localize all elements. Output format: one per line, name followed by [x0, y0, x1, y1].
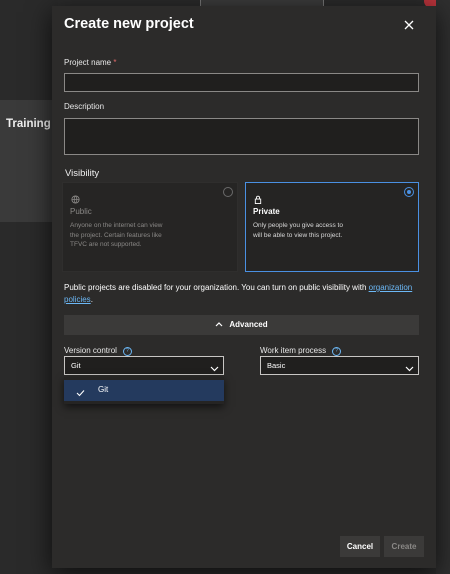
public-disabled-notice: Public projects are disabled for your or…	[64, 282, 419, 306]
project-name-input[interactable]	[64, 73, 419, 92]
background-card: Training	[0, 100, 58, 222]
private-description: Only people you give access to will be a…	[253, 222, 343, 239]
close-icon[interactable]	[402, 18, 416, 32]
info-icon[interactable]: ?	[122, 347, 132, 356]
version-control-label: Version control?	[64, 346, 132, 356]
visibility-title: Visibility	[65, 168, 100, 179]
work-item-process-label: Work item process?	[260, 346, 342, 356]
work-item-process-value: Basic	[267, 361, 286, 370]
required-marker: *	[113, 58, 117, 67]
advanced-label: Advanced	[229, 320, 268, 329]
private-radio[interactable]	[404, 187, 414, 197]
checkmark-icon	[76, 384, 85, 402]
notice-suffix: .	[90, 295, 93, 304]
project-name-label-text: Project name	[64, 58, 112, 67]
public-title: Public	[70, 207, 92, 216]
visibility-option-private[interactable]: Private Only people you give access to w…	[245, 182, 419, 272]
version-control-dropdown: Git	[64, 377, 224, 404]
private-title: Private	[253, 207, 280, 216]
background-scrollbar-area	[436, 0, 450, 574]
chevron-up-icon	[215, 315, 223, 335]
work-item-process-label-text: Work item process	[260, 346, 327, 355]
notice-text: Public projects are disabled for your or…	[64, 283, 367, 292]
description-input[interactable]	[64, 118, 419, 155]
version-control-label-text: Version control	[64, 346, 117, 355]
version-control-select[interactable]: Git	[64, 356, 224, 375]
description-label: Description	[64, 102, 105, 111]
create-button[interactable]: Create	[384, 536, 424, 557]
chevron-down-icon	[405, 361, 414, 378]
version-control-value: Git	[71, 361, 81, 370]
background-card-label: Training	[6, 118, 51, 130]
advanced-toggle[interactable]: Advanced	[64, 315, 419, 335]
visibility-option-public[interactable]: Public Anyone on the internet can view t…	[62, 182, 238, 272]
work-item-process-select[interactable]: Basic	[260, 356, 419, 375]
public-radio[interactable]	[223, 187, 233, 197]
project-name-label: Project name *	[64, 58, 117, 67]
background-panel	[0, 0, 58, 574]
dropdown-option-label: Git	[98, 385, 109, 394]
info-icon[interactable]: ?	[332, 347, 342, 356]
public-description: Anyone on the internet can view the proj…	[70, 222, 163, 248]
dialog-title: Create new project	[64, 16, 194, 32]
chevron-down-icon	[210, 361, 219, 378]
create-project-dialog: Create new project Project name * Descri…	[52, 6, 436, 568]
dropdown-option-git[interactable]: Git	[64, 380, 224, 401]
cancel-button[interactable]: Cancel	[340, 536, 380, 557]
